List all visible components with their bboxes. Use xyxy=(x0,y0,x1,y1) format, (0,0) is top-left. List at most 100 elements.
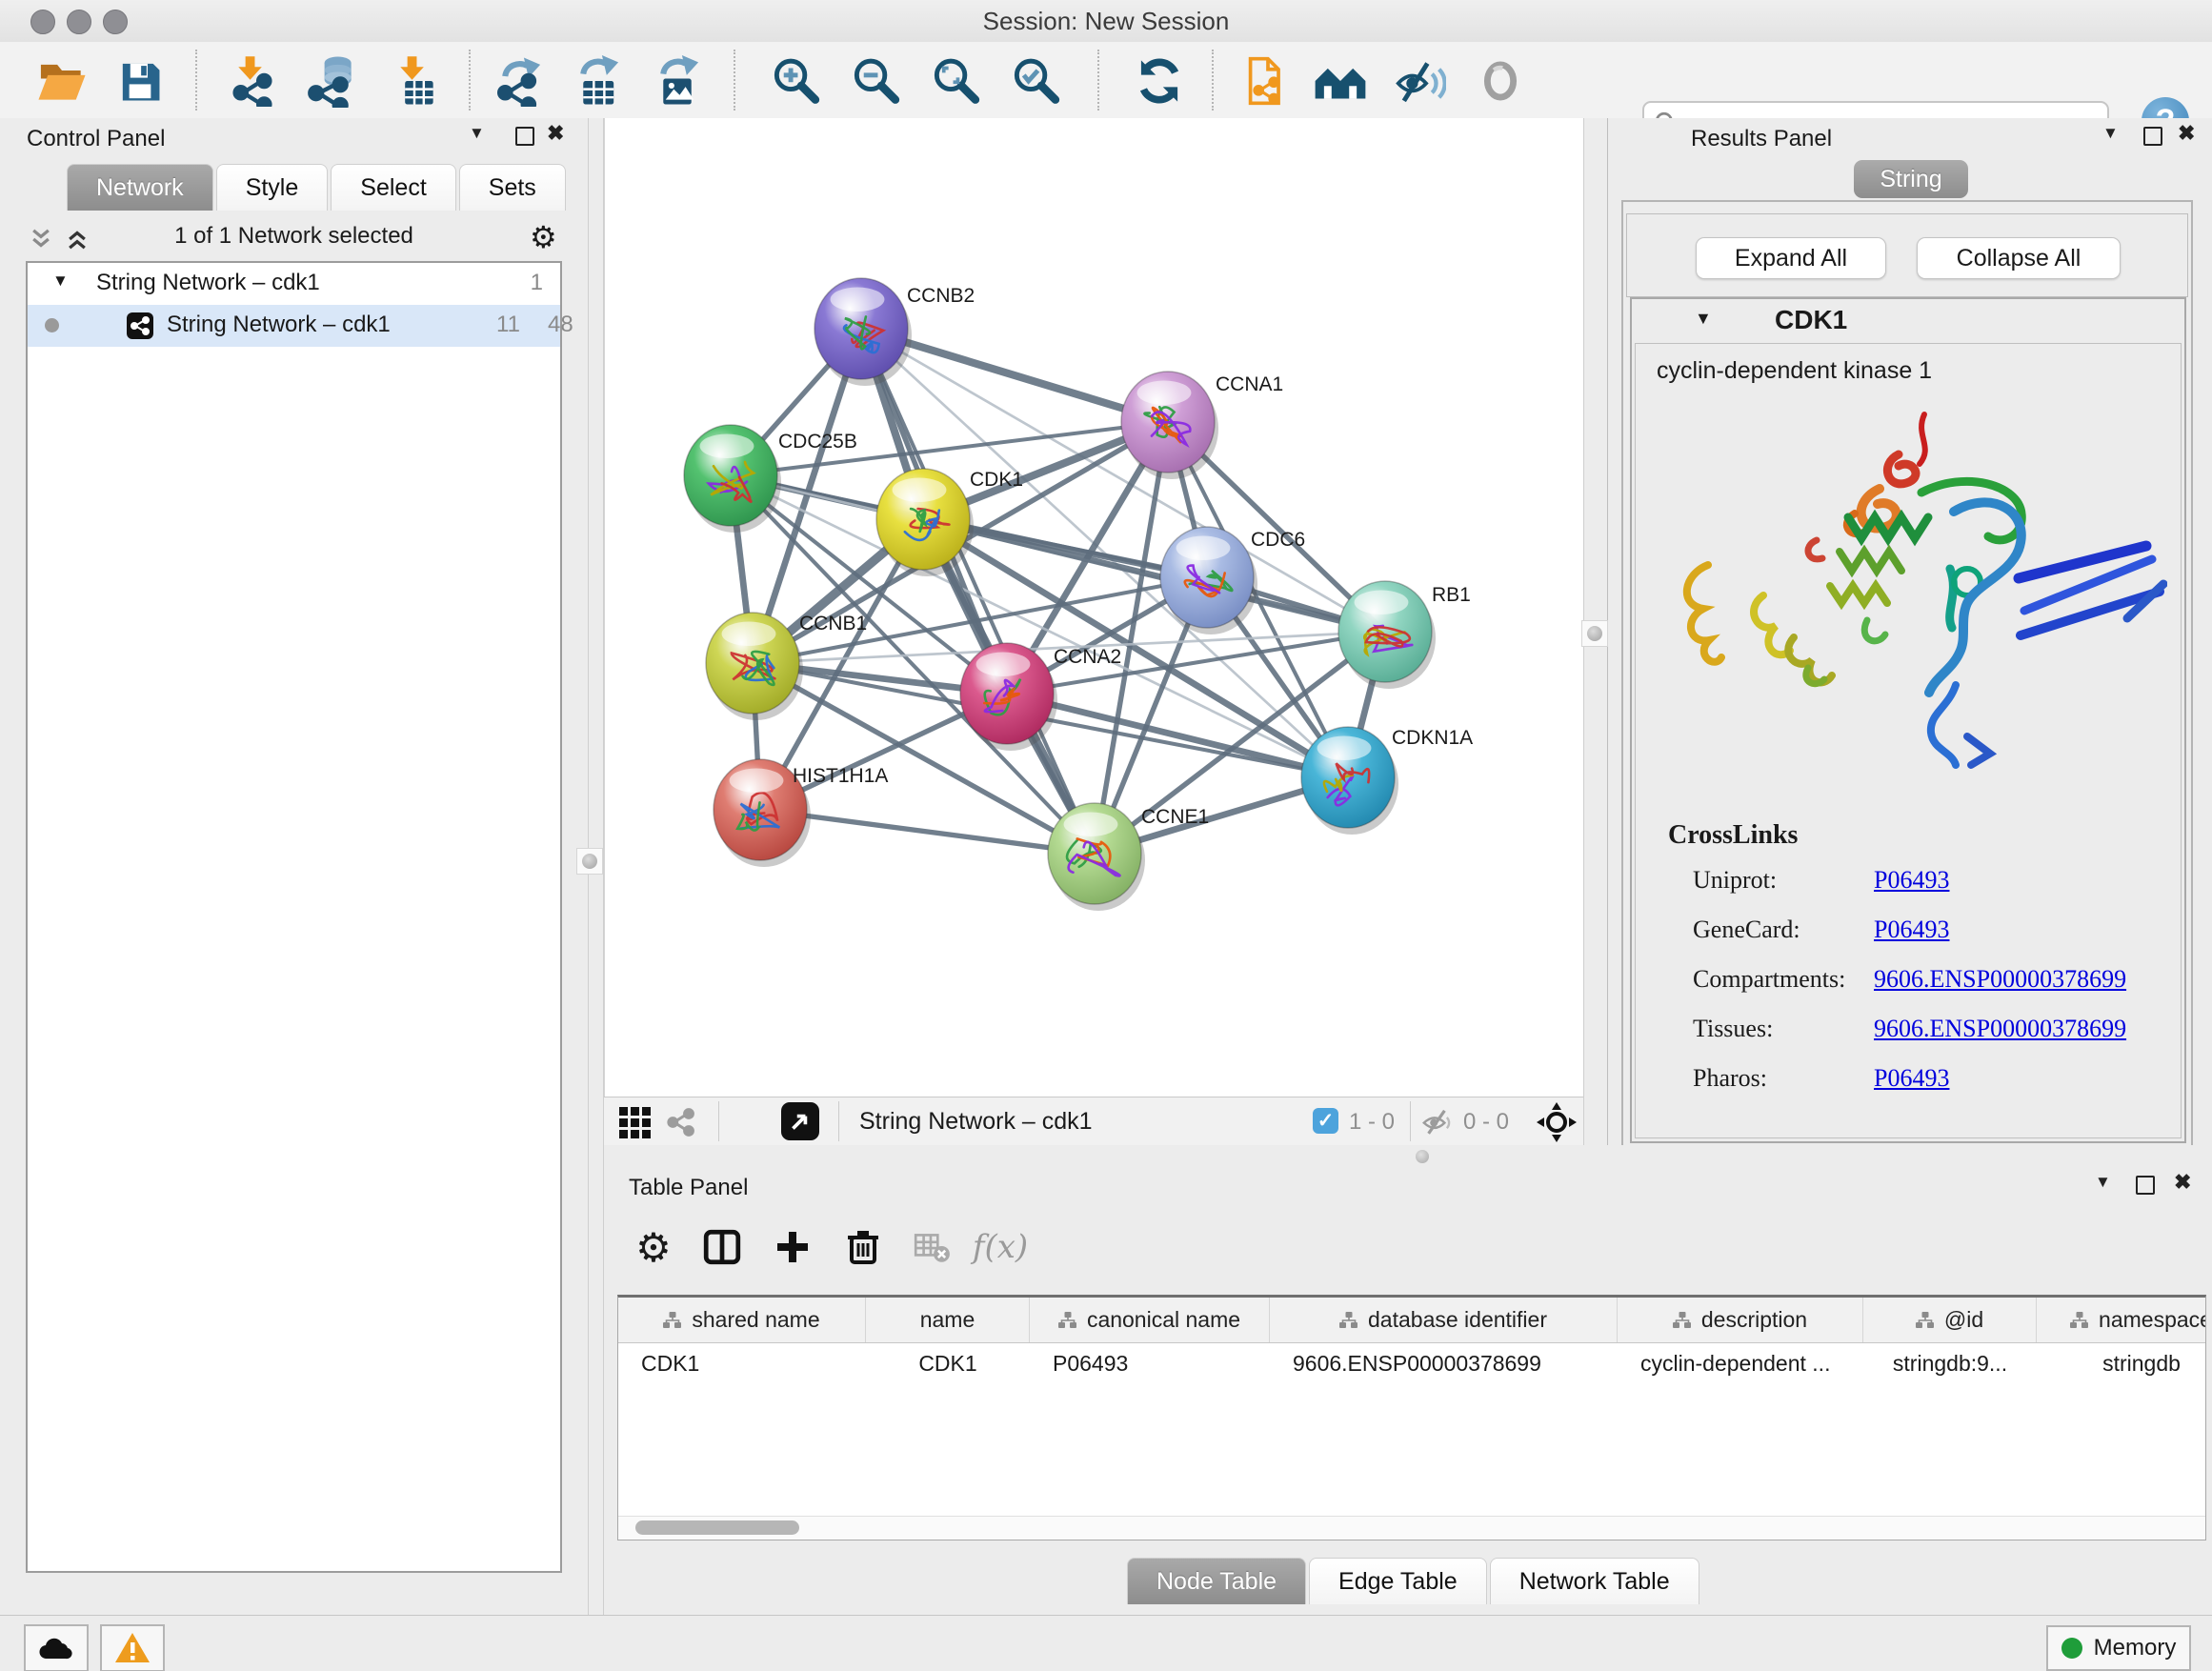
close-table-icon[interactable]: ✖ xyxy=(2174,1170,2191,1195)
collapse-all-button[interactable]: Collapse All xyxy=(1917,237,2121,279)
results-panel: Results Panel ▼ ✖ String Expand All Coll… xyxy=(1608,118,2212,1154)
network-node-RB1[interactable] xyxy=(1338,581,1436,689)
column-header-sharedname[interactable]: shared name xyxy=(618,1298,866,1342)
memory-button[interactable]: Memory xyxy=(2046,1625,2191,1671)
network-node-CCNE1[interactable] xyxy=(1048,803,1145,911)
move-crosshair-icon[interactable] xyxy=(1536,1101,1578,1143)
crosslink-value[interactable]: 9606.ENSP00000378699 xyxy=(1874,1015,2126,1043)
tab-string[interactable]: String xyxy=(1854,160,1968,198)
zoom-in-icon[interactable] xyxy=(768,53,823,109)
zoom-fit-icon[interactable] xyxy=(928,53,983,109)
left-divider-knob[interactable] xyxy=(576,848,603,875)
right-divider-knob[interactable] xyxy=(1581,620,1608,647)
network-edge[interactable] xyxy=(861,329,1095,854)
network-node-CDK1[interactable] xyxy=(876,469,974,576)
export-network-icon[interactable] xyxy=(492,53,547,109)
column-header-label: name xyxy=(920,1307,975,1333)
export-table-icon[interactable] xyxy=(570,53,625,109)
collection-expand-icon[interactable]: ▼ xyxy=(52,272,69,291)
table-options-gear-icon[interactable]: ⚙ xyxy=(627,1220,680,1274)
network-node-CCNA1[interactable] xyxy=(1121,372,1218,479)
export-image-icon[interactable] xyxy=(650,53,705,109)
open-session-icon[interactable] xyxy=(34,53,90,109)
column-header-name[interactable]: name xyxy=(866,1298,1030,1342)
collection-count: 1 xyxy=(531,270,543,296)
close-results-icon[interactable]: ✖ xyxy=(2178,121,2195,146)
network-row-selected[interactable]: String Network – cdk1 11 48 xyxy=(28,305,560,347)
open-in-window-icon[interactable] xyxy=(781,1102,819,1140)
highlight-icon[interactable] xyxy=(1473,53,1528,109)
horizontal-divider-knob[interactable] xyxy=(1416,1150,1429,1163)
float-panel-icon[interactable] xyxy=(515,127,534,146)
tab-edge-table[interactable]: Edge Table xyxy=(1309,1558,1487,1604)
main-toolbar: ? xyxy=(0,42,2212,120)
tab-sets[interactable]: Sets xyxy=(459,164,566,211)
network-node-CCNB2[interactable] xyxy=(814,278,912,386)
tab-style[interactable]: Style xyxy=(216,164,329,211)
column-header-description[interactable]: description xyxy=(1618,1298,1863,1342)
table-horizontal-scrollbar[interactable] xyxy=(618,1516,2205,1540)
collapse-results-icon[interactable]: ▼ xyxy=(2102,124,2119,143)
tab-node-table[interactable]: Node Table xyxy=(1127,1558,1306,1604)
network-canvas[interactable]: CCNB2CCNA1CDC25BCDK1CDC6RB1CCNB1CCNA2CDK… xyxy=(604,118,1584,1097)
selected-checkbox-icon[interactable]: ✓ xyxy=(1313,1108,1338,1134)
network-node-CDKN1A[interactable] xyxy=(1301,727,1398,835)
tab-network-table[interactable]: Network Table xyxy=(1490,1558,1699,1604)
share-view-icon[interactable] xyxy=(663,1105,697,1139)
network-node-CCNA2[interactable] xyxy=(960,643,1057,751)
function-builder-icon[interactable]: f(x) xyxy=(974,1220,1027,1274)
network-edge[interactable] xyxy=(923,519,1385,632)
zoom-out-icon[interactable] xyxy=(848,53,903,109)
scrollbar-thumb[interactable] xyxy=(635,1520,799,1535)
table-row[interactable]: CDK1CDK1P064939606.ENSP00000378699cyclin… xyxy=(618,1343,2205,1383)
float-results-icon[interactable] xyxy=(2143,127,2162,146)
crosslink-value[interactable]: P06493 xyxy=(1874,916,1949,944)
column-header-label: shared name xyxy=(692,1307,819,1333)
column-header-namespace[interactable]: namespace xyxy=(2037,1298,2206,1342)
column-header-databaseidentifier[interactable]: database identifier xyxy=(1270,1298,1618,1342)
network-node-count: 11 xyxy=(496,312,520,338)
string-visibility-icon[interactable] xyxy=(1393,53,1448,109)
import-table-icon[interactable] xyxy=(387,53,442,109)
column-header-label: canonical name xyxy=(1087,1307,1240,1333)
collapse-table-icon[interactable]: ▼ xyxy=(2095,1173,2111,1192)
zoom-selected-icon[interactable] xyxy=(1008,53,1063,109)
string-home-icon[interactable] xyxy=(1313,53,1368,109)
horizontal-panel-divider[interactable] xyxy=(604,1145,2212,1167)
table-cell: stringdb:9... xyxy=(1863,1343,2037,1383)
tab-network[interactable]: Network xyxy=(67,164,213,211)
crosslink-row: Pharos:P06493 xyxy=(1693,1064,2169,1093)
birds-eye-view-icon[interactable] xyxy=(619,1107,652,1137)
column-header-canonicalname[interactable]: canonical name xyxy=(1030,1298,1270,1342)
cloud-icon[interactable] xyxy=(24,1624,89,1671)
show-columns-icon[interactable] xyxy=(695,1220,749,1274)
import-network-database-icon[interactable] xyxy=(303,53,358,109)
delete-column-icon[interactable] xyxy=(836,1220,890,1274)
network-collection-row[interactable]: ▼ String Network – cdk1 1 xyxy=(28,263,560,305)
save-session-icon[interactable] xyxy=(112,53,168,109)
network-options-gear-icon[interactable]: ⚙ xyxy=(530,219,557,255)
tab-select[interactable]: Select xyxy=(331,164,455,211)
node-label-CCNE1: CCNE1 xyxy=(1141,806,1209,828)
close-panel-icon[interactable]: ✖ xyxy=(547,121,564,146)
network-view-toolbar: String Network – cdk1 ✓ 1 - 0 0 - 0 xyxy=(604,1097,1608,1145)
crosslink-value[interactable]: P06493 xyxy=(1874,866,1949,895)
protein-structure-image xyxy=(1653,401,2167,801)
node-label-RB1: RB1 xyxy=(1432,584,1471,606)
warning-icon[interactable] xyxy=(100,1624,165,1671)
collection-name: String Network – cdk1 xyxy=(96,270,320,296)
refresh-layout-icon[interactable] xyxy=(1132,53,1187,109)
create-column-icon[interactable] xyxy=(766,1220,819,1274)
network-node-CDC25B[interactable] xyxy=(684,425,781,533)
gene-section-header[interactable]: ▼ CDK1 xyxy=(1632,299,2184,343)
gene-collapse-icon[interactable]: ▼ xyxy=(1695,309,1712,329)
crosslink-value[interactable]: 9606.ENSP00000378699 xyxy=(1874,965,2126,994)
collapse-panel-icon[interactable]: ▼ xyxy=(469,124,485,143)
column-header-id[interactable]: @id xyxy=(1863,1298,2037,1342)
string-document-icon[interactable] xyxy=(1240,53,1296,109)
float-table-icon[interactable] xyxy=(2136,1176,2155,1195)
delete-table-icon[interactable] xyxy=(905,1220,958,1274)
expand-all-button[interactable]: Expand All xyxy=(1696,237,1886,279)
crosslink-value[interactable]: P06493 xyxy=(1874,1064,1949,1093)
import-network-file-icon[interactable] xyxy=(225,53,280,109)
